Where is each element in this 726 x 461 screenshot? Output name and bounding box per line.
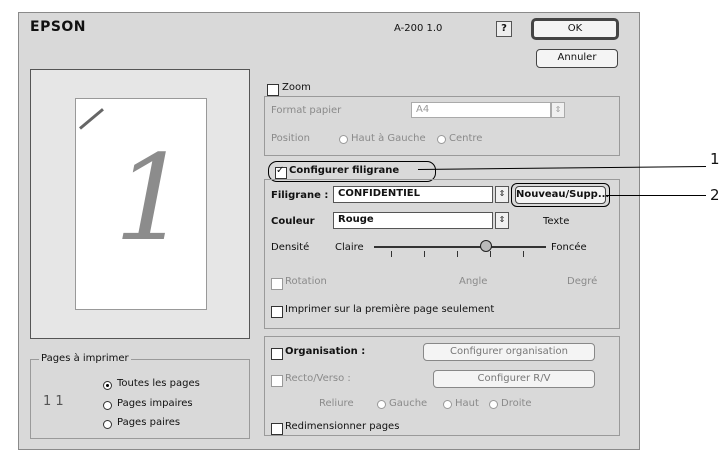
preview-paper: 1 <box>75 98 207 310</box>
paper-format-select[interactable]: A4 <box>411 102 551 118</box>
configure-organization-button[interactable]: Configurer organisation <box>423 343 595 361</box>
color-select[interactable]: Rouge <box>333 212 493 229</box>
density-label: Densité <box>271 242 310 253</box>
radio-top-left-label: Haut à Gauche <box>351 133 426 144</box>
radio-all-pages[interactable] <box>103 381 112 390</box>
radio-binding-top[interactable] <box>443 400 452 409</box>
version-label: A-200 1.0 <box>394 23 443 34</box>
radio-binding-left-label: Gauche <box>389 398 428 409</box>
pages-group-title: Pages à imprimer <box>39 353 131 364</box>
brand-title: EPSON <box>30 19 87 35</box>
position-label: Position <box>271 133 310 144</box>
duplex-label: Recto/Verso : <box>285 373 351 384</box>
ok-button[interactable]: OK <box>532 19 618 39</box>
rotation-label: Rotation <box>285 276 327 287</box>
color-label: Couleur <box>271 216 315 227</box>
filigrane-label: Filigrane : <box>271 190 329 201</box>
watermark-checkbox-label: Configurer filigrane <box>289 165 400 176</box>
radio-even-pages[interactable] <box>103 420 112 429</box>
radio-binding-top-label: Haut <box>455 398 479 409</box>
density-tick <box>391 251 392 257</box>
radio-odd-pages[interactable] <box>103 401 112 410</box>
zoom-label: Zoom <box>282 82 311 93</box>
color-stepper[interactable]: ⇕ <box>495 212 509 229</box>
filigrane-stepper[interactable]: ⇕ <box>495 186 509 203</box>
callout-1-number: 1 <box>710 150 720 168</box>
filigrane-select[interactable]: CONFIDENTIEL <box>333 186 493 203</box>
rotation-checkbox[interactable] <box>271 278 283 290</box>
fit-pages-checkbox[interactable] <box>271 423 283 435</box>
density-tick <box>424 251 425 257</box>
density-tick <box>490 251 491 257</box>
help-button[interactable]: ? <box>496 21 512 37</box>
organize-checkbox[interactable] <box>271 348 283 360</box>
radio-binding-right[interactable] <box>489 400 498 409</box>
configure-duplex-button[interactable]: Configurer R/V <box>433 370 595 388</box>
zoom-checkbox[interactable] <box>267 84 279 96</box>
preview-page-number: 1 <box>114 129 190 267</box>
density-slider-track[interactable] <box>374 246 546 248</box>
radio-binding-left[interactable] <box>377 400 386 409</box>
radio-center[interactable] <box>437 135 446 144</box>
duplex-checkbox[interactable] <box>271 375 283 387</box>
degree-label: Degré <box>567 276 598 287</box>
binding-label: Reliure <box>319 398 354 409</box>
radio-even-pages-label: Pages paires <box>117 417 181 428</box>
new-delete-watermark-button[interactable]: Nouveau/Supp... <box>515 186 609 204</box>
first-page-only-checkbox[interactable] <box>271 306 283 318</box>
text-button[interactable]: Texte <box>543 216 569 227</box>
callout-2-line <box>606 195 706 196</box>
page-preview: 1 <box>30 69 250 339</box>
radio-odd-pages-label: Pages impaires <box>117 398 193 409</box>
radio-center-label: Centre <box>449 133 483 144</box>
fit-pages-label: Redimensionner pages <box>285 421 400 432</box>
density-tick <box>457 251 458 257</box>
organize-label: Organisation : <box>285 346 366 357</box>
printer-dialog: EPSON A-200 1.0 ? OK Annuler 1 Pages à i… <box>18 12 640 450</box>
callout-2-number: 2 <box>710 186 720 204</box>
density-slider-thumb[interactable] <box>479 240 492 252</box>
density-tick <box>523 251 524 257</box>
density-high-label: Foncée <box>551 242 587 253</box>
paper-format-stepper[interactable]: ⇕ <box>551 102 565 118</box>
paper-format-label: Format papier <box>271 105 342 116</box>
pages-thumbnail-icon: 1 1 <box>43 394 64 409</box>
radio-all-pages-label: Toutes les pages <box>117 378 200 389</box>
first-page-only-label: Imprimer sur la première page seulement <box>285 304 495 315</box>
radio-top-left[interactable] <box>339 135 348 144</box>
watermark-checkbox[interactable] <box>275 165 287 179</box>
radio-binding-right-label: Droite <box>501 398 532 409</box>
pages-group: Pages à imprimer 1 1 Toutes les pages Pa… <box>30 353 250 439</box>
density-low-label: Claire <box>335 242 364 253</box>
angle-label: Angle <box>459 276 488 287</box>
cancel-button[interactable]: Annuler <box>536 49 618 68</box>
watermark-preview-mark <box>79 108 104 130</box>
